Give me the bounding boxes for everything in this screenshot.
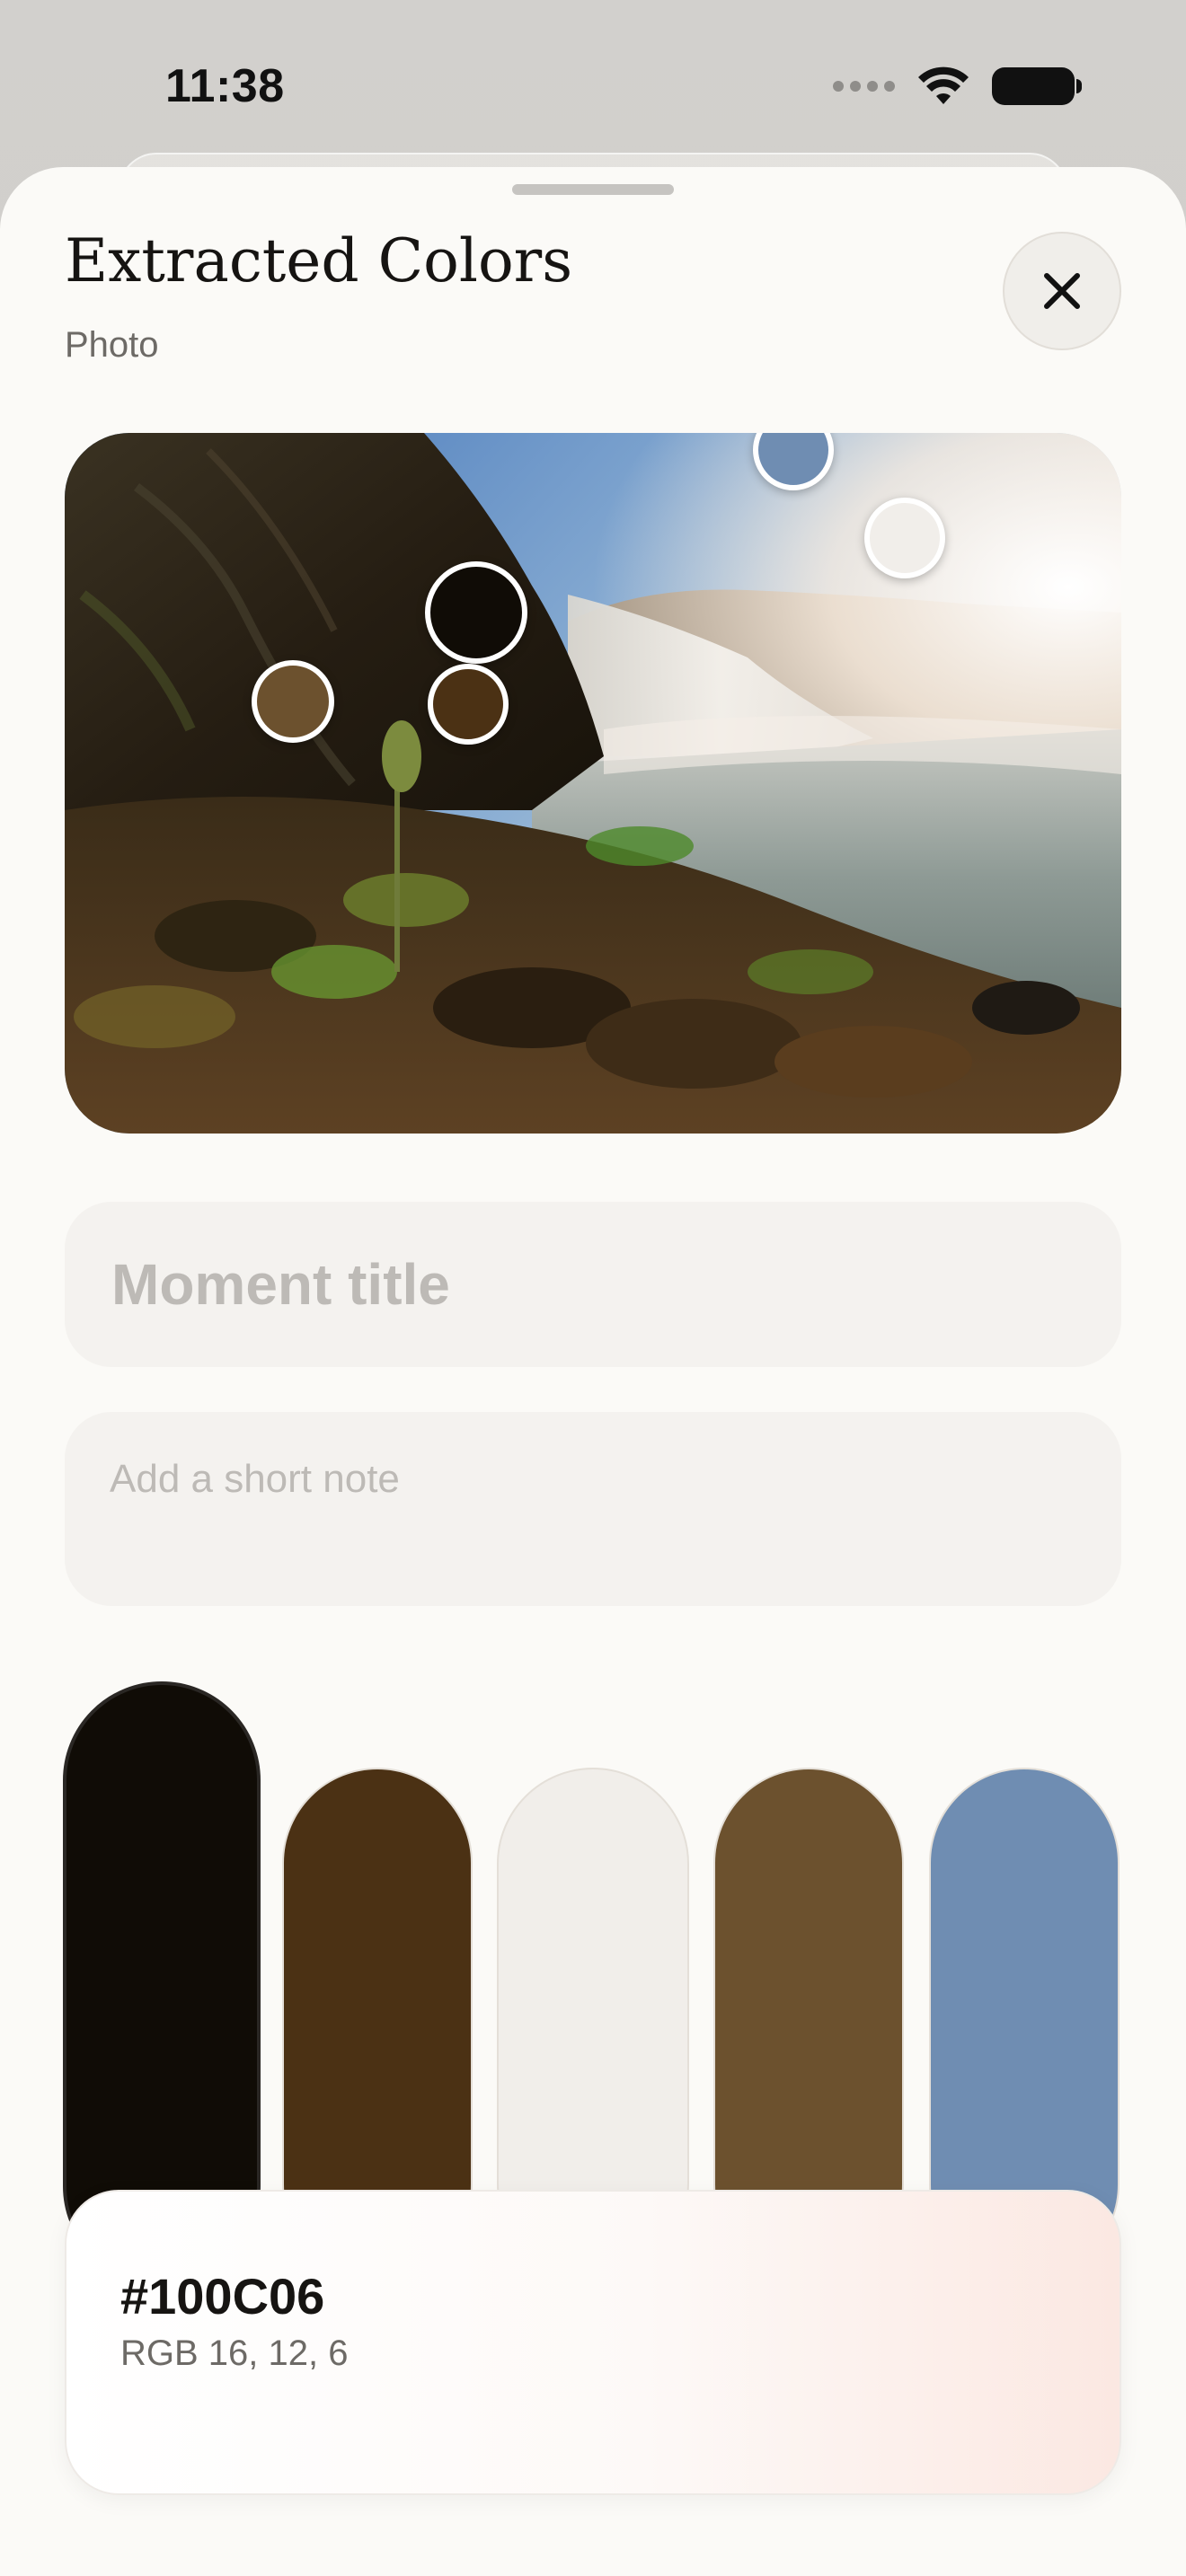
close-button[interactable] xyxy=(1003,232,1121,350)
status-bar: 11:38 xyxy=(0,0,1186,162)
moment-title-input[interactable] xyxy=(110,1250,1066,1319)
selected-color-card[interactable]: #100C06 RGB 16, 12, 6 xyxy=(65,2190,1121,2495)
close-icon xyxy=(1044,273,1080,309)
sheet-subtitle: Photo xyxy=(65,325,159,365)
wifi-icon xyxy=(918,66,969,104)
battery-icon xyxy=(992,67,1082,105)
moment-title-field[interactable] xyxy=(65,1202,1121,1367)
source-photo[interactable] xyxy=(65,433,1121,1134)
waterfall-photo xyxy=(65,433,1121,1134)
sample-point-light[interactable] xyxy=(864,498,945,578)
selected-color-hex: #100C06 xyxy=(120,2268,325,2325)
cellular-signal-icon xyxy=(833,81,895,92)
status-icons xyxy=(833,66,1082,106)
note-field[interactable] xyxy=(65,1412,1121,1606)
extracted-colors-sheet: Extracted Colors Photo Moment title Add … xyxy=(0,167,1186,2576)
sheet-title: Extracted Colors xyxy=(65,226,573,296)
screen: 11:38 Extracted Colors Photo Moment titl… xyxy=(0,0,1186,2576)
sample-point-brown-dark[interactable] xyxy=(428,664,509,745)
sample-point-brown[interactable] xyxy=(252,660,334,743)
sheet-grabber[interactable] xyxy=(512,184,674,195)
sample-point-dark[interactable] xyxy=(425,561,527,664)
status-time: 11:38 xyxy=(165,60,285,112)
note-input[interactable] xyxy=(110,1457,1062,1565)
selected-color-rgb: RGB 16, 12, 6 xyxy=(120,2333,349,2373)
